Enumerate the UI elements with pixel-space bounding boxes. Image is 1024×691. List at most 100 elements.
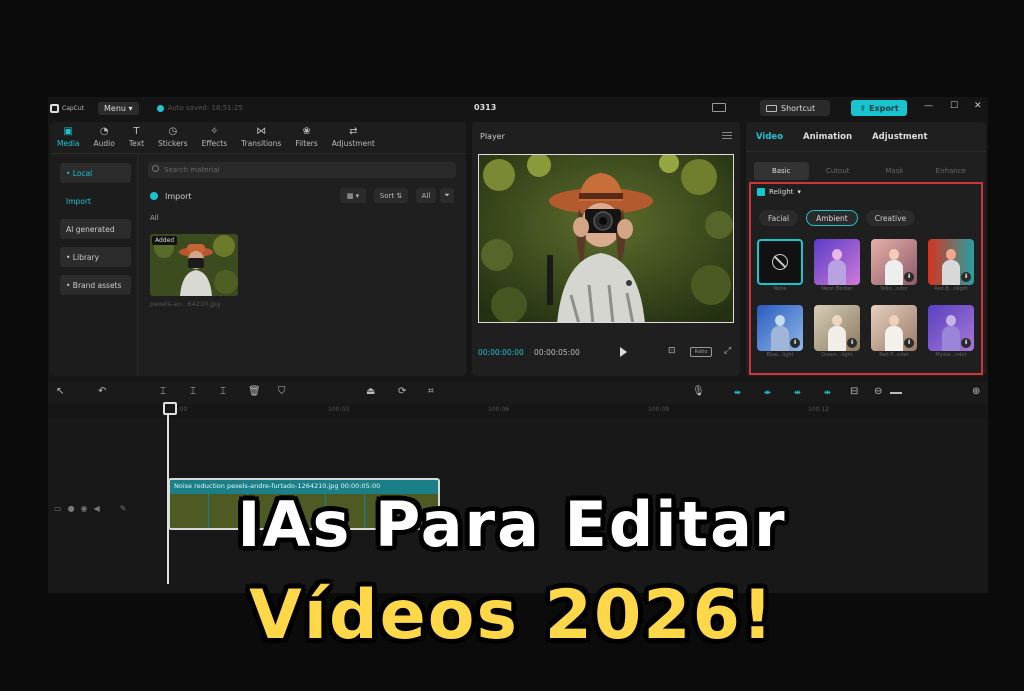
tab-animation[interactable]: Animation (803, 132, 852, 142)
preset-blue[interactable]: ⬇ Blue...light (757, 305, 803, 358)
close-icon[interactable]: ✕ (974, 101, 982, 111)
preview-image (479, 155, 733, 322)
caption-icon[interactable]: ⊟ (850, 386, 858, 397)
added-badge: Added (152, 236, 178, 245)
preset-red-p[interactable]: ⬇ Red P...ndor (871, 305, 917, 358)
tab-audio[interactable]: ◔ Audio (87, 122, 122, 153)
fullscreen-icon[interactable]: ⤢ (724, 346, 731, 356)
app-name: CapCut (62, 104, 85, 112)
freeze-icon[interactable]: ⏏ (366, 386, 375, 397)
pill-ambient[interactable]: Ambient (806, 210, 858, 226)
export-icon: ⇪ (859, 103, 867, 113)
person-figure (885, 249, 903, 285)
sidebar-item-library[interactable]: • Library (60, 247, 131, 267)
shield-icon[interactable]: ⛉ (278, 386, 286, 397)
preset-neon-border[interactable]: Neon Border (814, 239, 860, 292)
snap-icon[interactable]: ⇹ (794, 388, 808, 397)
pill-creative[interactable]: Creative (865, 210, 916, 226)
tab-text[interactable]: T Text (122, 122, 151, 153)
rotate-icon[interactable]: ⟳ (398, 386, 406, 397)
autosave-icon (156, 104, 164, 112)
magnet-icon[interactable]: ⇹ (764, 388, 778, 397)
split-icon[interactable]: ⌶ (160, 386, 166, 397)
tab-label: Text (128, 139, 145, 148)
sidebar-item-import[interactable]: Import (60, 191, 131, 211)
tab-filters[interactable]: ❀ Filters (288, 122, 324, 153)
minimize-icon[interactable]: — (924, 101, 933, 111)
stickers-icon: ◷ (168, 126, 178, 137)
media-icon: ▣ (63, 126, 73, 137)
filter-icon[interactable]: ⏷ (440, 188, 454, 203)
tab-label: Media (57, 139, 80, 148)
sidebar-item-local[interactable]: • Local (60, 163, 131, 183)
relight-section: Relight ▾ Facial Ambient Creative None N… (749, 182, 983, 375)
import-row: Import ▦ ▾ Sort ⇅ All ⏷ (150, 188, 456, 204)
maximize-icon[interactable]: ☐ (950, 101, 958, 111)
tab-adjustment-details[interactable]: Adjustment (872, 132, 928, 142)
timeline-toolbar: ↖ ↶ ⌶ ⌶ ⌶ 🗑 ⛉ ⏏ ⟳ ⌗ 🎙 ⇹ ⇹ ⇹ ⇹ ⊟ ⊖ ⊕ (48, 382, 988, 404)
preset-thumbnail: ⬇ (871, 239, 917, 285)
link-clips-icon[interactable]: ⇹ (734, 388, 748, 397)
play-icon[interactable] (620, 347, 627, 357)
subtab-cutout[interactable]: Cutout (811, 162, 866, 180)
tab-stickers[interactable]: ◷ Stickers (151, 122, 195, 153)
tab-effects[interactable]: ✧ Effects (195, 122, 235, 153)
timeline-ruler: 00:00 100:03 100:06 100:09 100:12 (168, 404, 988, 418)
search-input[interactable]: Search material (148, 162, 456, 178)
undo-icon[interactable]: ↶ (98, 386, 106, 397)
tab-media[interactable]: ▣ Media (50, 122, 87, 153)
zoom-slider[interactable] (890, 392, 902, 394)
media-thumbnail[interactable]: Added (150, 234, 238, 296)
ruler-mark: 100:03 (328, 406, 350, 413)
player-controls: 00:00:00:00 00:00:05:00 ⊡ Ratio ⤢ (472, 344, 740, 362)
split-right-icon[interactable]: ⌶ (220, 386, 226, 397)
sidebar-item-ai-generated[interactable]: AI generated (60, 219, 131, 239)
tab-adjustment[interactable]: ⇄ Adjustment (325, 122, 382, 153)
person-figure (942, 315, 960, 351)
relight-checkbox[interactable] (757, 188, 765, 196)
preset-red-b[interactable]: ⬇ Red B...nlight (928, 239, 974, 292)
menu-button[interactable]: Menu ▾ (98, 101, 139, 115)
delete-icon[interactable]: 🗑 (248, 386, 261, 397)
tab-transitions[interactable]: ⋈ Transitions (234, 122, 288, 153)
layout-icon[interactable] (712, 103, 726, 112)
subtab-basic[interactable]: Basic (754, 162, 809, 180)
pill-facial[interactable]: Facial (759, 210, 799, 226)
shortcut-button[interactable]: Shortcut (760, 100, 830, 116)
zoom-out-icon[interactable]: ⊖ (874, 386, 882, 397)
chevron-down-icon[interactable]: ▾ (797, 188, 801, 196)
preset-none[interactable]: None (757, 239, 803, 292)
ratio-button[interactable]: Ratio (690, 347, 712, 357)
crop-icon[interactable]: ⌗ (428, 386, 434, 397)
adjustment-icon: ⇄ (349, 126, 358, 137)
export-button[interactable]: ⇪ Export (851, 100, 907, 116)
fit-screen-icon[interactable]: ⊡ (668, 346, 676, 356)
select-tool-icon[interactable]: ↖ (56, 386, 64, 397)
zoom-fit-icon[interactable]: ⊕ (972, 386, 980, 397)
sidebar-item-brand-assets[interactable]: • Brand assets (60, 275, 131, 295)
download-icon: ⬇ (904, 272, 914, 282)
relight-presets: None Neon Border ⬇ Yello...ndor ⬇ Red B.… (757, 239, 983, 358)
project-title[interactable]: 0313 (474, 103, 496, 112)
subtab-enhance[interactable]: Enhance (924, 162, 979, 180)
download-icon: ⬇ (961, 272, 971, 282)
split-left-icon[interactable]: ⌶ (190, 386, 196, 397)
microphone-icon[interactable]: 🎙 (692, 386, 705, 397)
sort-button[interactable]: Sort ⇅ (374, 188, 408, 203)
preset-myste[interactable]: ⬇ Myste...ndor (928, 305, 974, 358)
filter-all-button[interactable]: All (416, 188, 436, 203)
subtab-mask[interactable]: Mask (867, 162, 922, 180)
preview-axis-icon[interactable]: ⇹ (824, 388, 838, 397)
preset-yellow[interactable]: ⬇ Yello...ndor (871, 239, 917, 292)
preset-thumbnail (757, 239, 803, 285)
player-menu-icon[interactable] (722, 132, 732, 139)
capcut-logo-icon (50, 103, 59, 113)
import-button[interactable]: Import (165, 192, 192, 201)
preset-green[interactable]: ⬇ Green...light (814, 305, 860, 358)
headline-line-1: IAs Para Editar (237, 488, 787, 561)
player-title: Player (480, 132, 505, 141)
video-preview[interactable] (478, 154, 734, 323)
tab-video[interactable]: Video (756, 132, 783, 142)
view-grid-button[interactable]: ▦ ▾ (340, 188, 366, 203)
media-toolbar: ▣ Media ◔ Audio T Text ◷ Stickers ✧ Effects ⋈… (50, 122, 466, 154)
